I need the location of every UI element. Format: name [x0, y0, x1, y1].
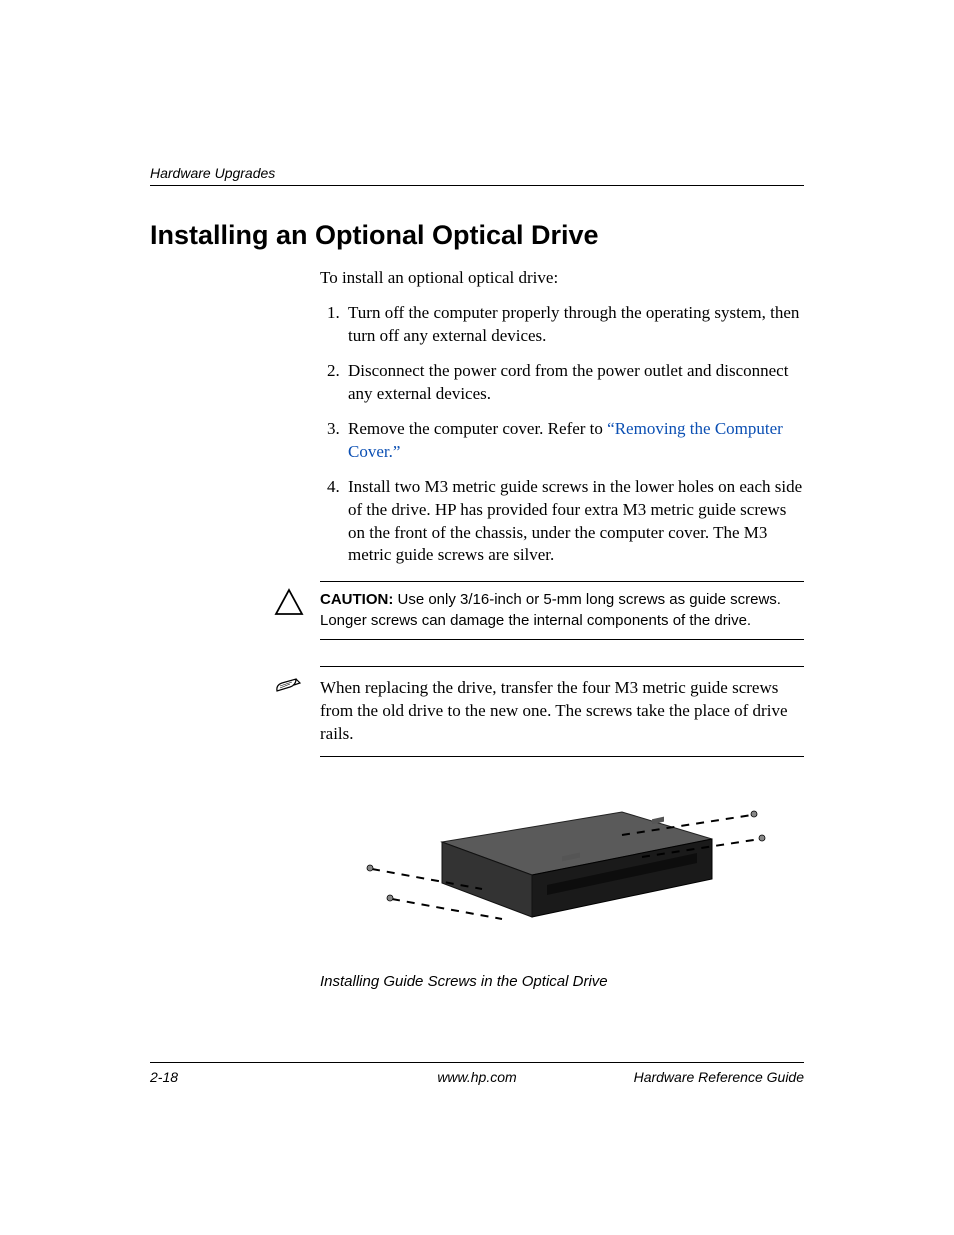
note-box: When replacing the drive, transfer the f…	[320, 666, 804, 757]
page-heading: Installing an Optional Optical Drive	[150, 220, 804, 251]
caution-icon	[274, 588, 304, 616]
step-text: Install two M3 metric guide screws in th…	[348, 477, 802, 565]
page-number: 2-18	[150, 1069, 178, 1085]
figure-optical-drive	[320, 797, 804, 957]
intro-text: To install an optional optical drive:	[320, 268, 804, 288]
running-header: Hardware Upgrades	[150, 165, 804, 186]
note-icon	[274, 675, 304, 699]
step-text: Disconnect the power cord from the power…	[348, 361, 788, 403]
caution-box: CAUTION: Use only 3/16-inch or 5-mm long…	[320, 581, 804, 640]
step-item: Install two M3 metric guide screws in th…	[344, 476, 804, 568]
doc-title: Hardware Reference Guide	[634, 1069, 804, 1085]
step-item: Disconnect the power cord from the power…	[344, 360, 804, 406]
note-text: When replacing the drive, transfer the f…	[320, 678, 788, 743]
step-item: Remove the computer cover. Refer to “Rem…	[344, 418, 804, 464]
optical-drive-illustration	[352, 797, 772, 957]
page-footer: 2-18 www.hp.com Hardware Reference Guide	[150, 1062, 804, 1085]
section-name: Hardware Upgrades	[150, 165, 275, 181]
figure-caption: Installing Guide Screws in the Optical D…	[320, 973, 804, 990]
step-list: Turn off the computer properly through t…	[320, 302, 804, 567]
caution-label: CAUTION:	[320, 591, 393, 608]
step-item: Turn off the computer properly through t…	[344, 302, 804, 348]
step-text: Remove the computer cover. Refer to	[348, 419, 607, 438]
step-text: Turn off the computer properly through t…	[348, 303, 799, 345]
